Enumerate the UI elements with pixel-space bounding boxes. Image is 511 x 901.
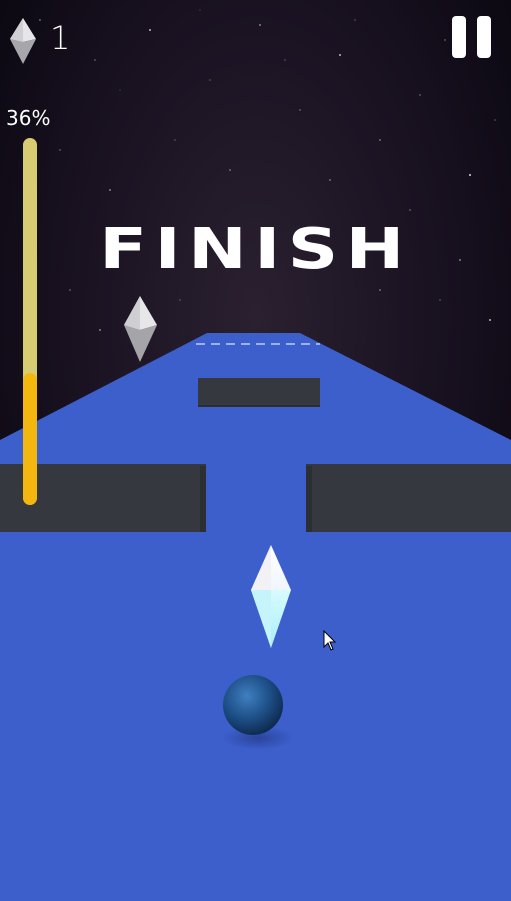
player-ball	[223, 675, 283, 735]
progress-bar-fill	[23, 372, 37, 505]
game-screen[interactable]: FINISH 1 36%	[0, 0, 511, 901]
right-obstacle-wall	[306, 464, 511, 532]
far-obstacle-block	[198, 378, 320, 407]
diamond-icon	[10, 18, 36, 64]
pause-button[interactable]	[450, 16, 494, 60]
mouse-cursor-icon	[323, 630, 337, 651]
progress-percent: 36%	[6, 106, 51, 130]
game-scene	[0, 0, 511, 901]
track-surface	[0, 333, 511, 901]
finish-banner: FINISH	[99, 217, 412, 282]
progress-bar	[23, 138, 37, 505]
gem-count: 1	[50, 19, 71, 57]
